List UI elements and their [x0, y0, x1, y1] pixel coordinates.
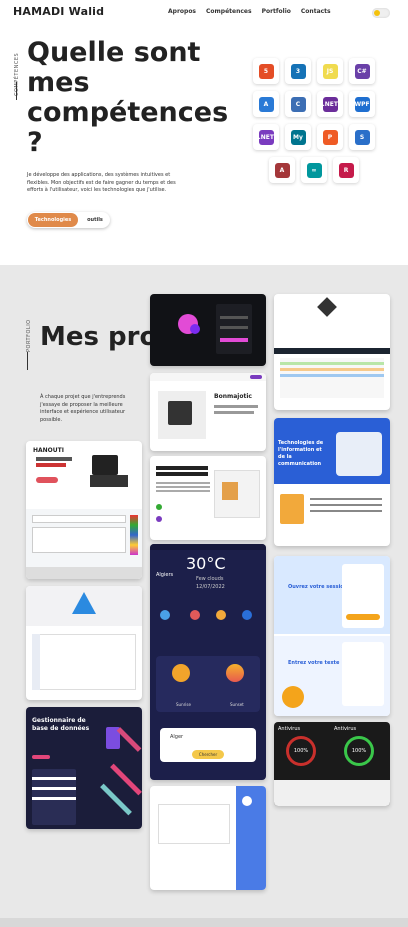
- nav-link-contacts[interactable]: Contacts: [301, 8, 331, 15]
- project-card-bonmatjetic[interactable]: Bonmajotic: [150, 373, 266, 451]
- azure-icon: A: [253, 91, 279, 117]
- nav-menu: Apropos Compétences Portfolio Contacts: [168, 8, 331, 15]
- dotnet-icon: .NET: [317, 91, 343, 117]
- mysql-icon: My: [285, 124, 311, 150]
- sunrise-icon: [172, 664, 190, 682]
- entrez-title: Entrez votre texte: [288, 660, 340, 666]
- weather-search-input[interactable]: Alger: [170, 734, 183, 740]
- arduino-icon: ∞: [301, 157, 327, 183]
- weather-search-button[interactable]: Chercher: [192, 750, 224, 759]
- dotnet-glyph: .NET: [322, 96, 338, 112]
- pressure-icon: [190, 610, 200, 620]
- theme-toggle[interactable]: [372, 8, 390, 18]
- footer: [0, 918, 408, 927]
- dotnet-core-icon: .NET: [253, 124, 279, 150]
- project-card-maintenance[interactable]: [150, 456, 266, 540]
- html5-glyph: 5: [258, 63, 274, 79]
- raspberry-glyph: R: [338, 162, 354, 178]
- brand-logo[interactable]: HAMADI Walid: [13, 5, 104, 18]
- skills-description: Je développe des applications, des systè…: [27, 172, 176, 194]
- weather-status: Few clouds: [196, 576, 224, 582]
- postman-glyph: P: [322, 129, 338, 145]
- project-card-antivirus[interactable]: Antivirus Antivirus 100% 100%: [274, 722, 390, 806]
- css3-glyph: 3: [290, 63, 306, 79]
- sunrise-label: Sunrise: [176, 702, 191, 707]
- postman-icon: P: [317, 124, 343, 150]
- access-glyph: A: [274, 162, 290, 178]
- nav-link-apropos[interactable]: Apropos: [168, 8, 196, 15]
- projects-divider: [27, 352, 28, 370]
- skills-divider: [16, 82, 17, 100]
- sql-server-glyph: S: [354, 129, 370, 145]
- visibility-icon: [242, 610, 252, 620]
- raspberry-icon: R: [333, 157, 359, 183]
- project-card-desktop-app[interactable]: [150, 786, 266, 890]
- html5-icon: 5: [253, 58, 279, 84]
- antivirus-progress-2: 100%: [344, 736, 374, 766]
- project-card-login-dark[interactable]: [150, 294, 266, 366]
- bonmatjetic-title: Bonmajotic: [214, 393, 252, 400]
- javascript-glyph: JS: [322, 63, 338, 79]
- access-icon: A: [269, 157, 295, 183]
- connexion-title: Ouvrez votre session: [288, 584, 348, 590]
- project-card-weather[interactable]: 30°C Algiers Few clouds 12/07/2022 Sunri…: [150, 544, 266, 780]
- project-card-hanouti[interactable]: HANOUTI: [26, 441, 142, 579]
- antivirus-title-2: Antivirus: [334, 726, 357, 732]
- gestionnaire-title: Gestionnaire de base de données: [32, 717, 90, 732]
- projects-description: À chaque projet que j'entreprends j'essa…: [40, 394, 126, 423]
- mysql-glyph: My: [290, 129, 306, 145]
- wpf-icon: WPF: [349, 91, 375, 117]
- antivirus-title-1: Antivirus: [278, 726, 301, 732]
- sunset-icon: [226, 664, 244, 682]
- c-glyph: C: [290, 96, 306, 112]
- skills-vertical-label: COMPÉTENCES: [14, 52, 20, 96]
- azure-glyph: A: [258, 96, 274, 112]
- wpf-glyph: WPF: [354, 96, 370, 112]
- project-card-technologies[interactable]: Technologies de l'information et de la c…: [274, 418, 390, 546]
- sql-server-icon: S: [349, 124, 375, 150]
- project-card-gestionnaire[interactable]: Gestionnaire de base de données: [26, 707, 142, 829]
- csharp-glyph: C#: [354, 63, 370, 79]
- project-card-bird-app[interactable]: [26, 586, 142, 700]
- projects-vertical-label: PORTFOLIO: [26, 319, 32, 352]
- tab-outils[interactable]: outils: [82, 213, 108, 227]
- wind-icon: [216, 610, 226, 620]
- sunset-label: Sunset: [230, 702, 244, 707]
- dotnet-core-glyph: .NET: [258, 129, 274, 145]
- skills-title: Quelle sont mes compétences ?: [27, 37, 229, 158]
- navbar: HAMADI Walid Apropos Compétences Portfol…: [0, 0, 408, 26]
- javascript-icon: JS: [317, 58, 343, 84]
- technologies-title: Technologies de l'information et de la c…: [278, 440, 324, 467]
- arduino-glyph: ∞: [306, 162, 322, 178]
- weather-temp: 30°C: [186, 554, 226, 573]
- weather-city: Algiers: [156, 572, 174, 578]
- hanouti-title: HANOUTI: [33, 447, 64, 454]
- nav-link-portfolio[interactable]: Portfolio: [262, 8, 291, 15]
- css3-icon: 3: [285, 58, 311, 84]
- sun-icon: [374, 10, 380, 16]
- project-card-table-app[interactable]: [274, 294, 390, 410]
- csharp-icon: C#: [349, 58, 375, 84]
- skills-tabs: Technologies outils: [27, 212, 110, 228]
- humidity-icon: [160, 610, 170, 620]
- tab-technologies[interactable]: Technologies: [28, 213, 78, 227]
- project-card-connexion[interactable]: Ouvrez votre session Entrez votre texte: [274, 556, 390, 716]
- antivirus-progress-1: 100%: [286, 736, 316, 766]
- weather-date: 12/07/2022: [196, 584, 225, 590]
- nav-link-competences[interactable]: Compétences: [206, 8, 252, 15]
- c-icon: C: [285, 91, 311, 117]
